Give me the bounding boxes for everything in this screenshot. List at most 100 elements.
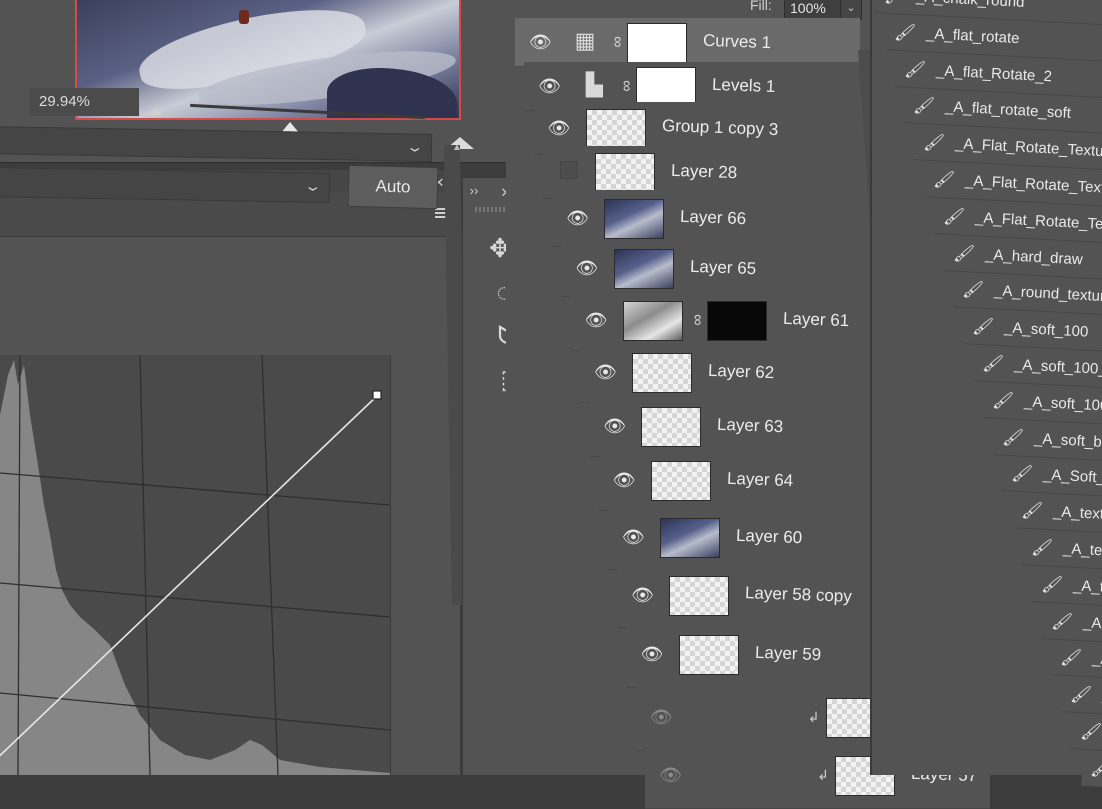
brush-preset-name: _A_soft_100	[1004, 319, 1089, 340]
layer-thumbnail[interactable]	[595, 153, 655, 193]
eye-visibility-icon[interactable]: 👁	[538, 75, 560, 97]
fill-opacity-field[interactable]: 100%	[784, 0, 843, 20]
fill-chevron-down-icon[interactable]: ⌄	[840, 0, 862, 20]
layer-name: Layer 28	[671, 161, 738, 183]
brush-icon: 🖌	[1089, 758, 1102, 779]
eye-visibility-icon[interactable]: 👁	[631, 584, 653, 606]
brush-icon: 🖌	[1001, 427, 1024, 448]
layer-thumbnail[interactable]	[679, 635, 739, 675]
link-chain-icon[interactable]: ∞	[607, 36, 627, 48]
brush-preset-name: _A_text	[1053, 503, 1102, 523]
levels-adjustment-icon[interactable]: ▙	[576, 67, 612, 105]
layer-name: Group 1 copy 3	[661, 116, 778, 140]
brush-preset-name: _A_hard_draw	[984, 246, 1082, 268]
brush-preset-name: _A_chalk_round	[916, 0, 1025, 11]
brush-icon: 🖌	[923, 133, 946, 154]
layer-name: Layer 58 copy	[745, 583, 852, 607]
eye-visibility-icon[interactable]: 👁	[529, 31, 551, 53]
eye-visibility-icon[interactable]: 👁	[594, 361, 616, 383]
layer-name: Layer 63	[717, 415, 784, 437]
layer-thumbnail[interactable]	[641, 407, 701, 447]
brush-preset-name: _A_te	[1063, 540, 1102, 559]
brush-preset-name: _A_Flat_Rotate_Textu	[955, 135, 1102, 160]
brush-icon: 🖌	[1070, 685, 1093, 706]
brush-preset-name: _A_flat_rotate	[926, 25, 1020, 47]
brush-icon: 🖌	[1011, 464, 1034, 485]
eye-visibility-icon[interactable]: 👁	[566, 207, 588, 229]
chevron-down-icon: ⌄	[406, 138, 425, 155]
brush-icon: 🖌	[903, 59, 926, 80]
layer-name: Layer 64	[726, 469, 793, 491]
layer-mask-thumbnail[interactable]	[627, 23, 687, 63]
layer-name: Layer 60	[736, 526, 803, 548]
curves-channel-dropdown[interactable]: ⌄	[0, 167, 330, 203]
link-chain-icon[interactable]: ∞	[616, 80, 636, 92]
curves-graph-canvas[interactable]	[0, 355, 390, 775]
preview-figure	[239, 10, 249, 24]
layer-thumbnail[interactable]	[651, 461, 711, 501]
brush-icon: 🖌	[893, 22, 916, 43]
curves-graph[interactable]	[0, 355, 391, 775]
layer-mask-thumbnail[interactable]	[636, 67, 696, 107]
layer-name: Layer 62	[708, 361, 775, 383]
layer-name: Layer 59	[754, 643, 821, 665]
brush-preset-name: _A_soft_b	[1033, 430, 1101, 451]
layer-thumbnail[interactable]	[632, 353, 692, 393]
layer-thumbnail[interactable]	[623, 301, 683, 341]
layer-mask-thumbnail[interactable]	[707, 301, 767, 341]
brush-icon: 🖌	[933, 170, 956, 191]
brush-icon: 🖌	[913, 96, 936, 117]
visibility-toggle-empty[interactable]	[560, 161, 578, 179]
layer-name: Layer 66	[680, 207, 747, 229]
layer-thumbnail[interactable]	[660, 518, 720, 558]
link-chain-icon[interactable]: ∞	[687, 314, 707, 326]
layer-thumbnail[interactable]	[586, 109, 646, 149]
histogram	[0, 360, 390, 775]
scroll-up-arrow-icon[interactable]: ▲	[452, 142, 462, 153]
clipping-mask-arrow-icon: ↲	[808, 709, 820, 726]
brush-icon: 🖌	[1040, 574, 1063, 595]
brush-preset-name: _A_Soft_	[1043, 467, 1102, 487]
brush-icon: 🖌	[1060, 648, 1083, 669]
tools-grip[interactable]	[475, 207, 509, 212]
eye-visibility-icon[interactable]: 👁	[585, 309, 607, 331]
eye-visibility-icon[interactable]: 👁	[548, 117, 570, 139]
brush-preset-name: _A_soft_100_	[1014, 356, 1102, 378]
eye-visibility-icon[interactable]: 👁	[641, 643, 663, 665]
auto-button[interactable]: Auto	[347, 165, 438, 209]
zoom-out-mountain-icon[interactable]	[147, 108, 163, 115]
brush-icon: 🖌	[952, 243, 975, 264]
brush-preset-name: _A_t	[1073, 577, 1102, 596]
brush-preset-name: _A_Flat_Rotate_Textu	[965, 172, 1102, 197]
layer-thumbnail[interactable]	[614, 249, 674, 289]
brush-icon: 🖌	[1021, 501, 1044, 522]
layer-name: Layer 65	[689, 257, 756, 279]
eye-visibility-icon[interactable]: 👁	[603, 415, 625, 437]
layer-thumbnail[interactable]	[604, 199, 664, 239]
brush-icon: 🖌	[991, 390, 1014, 411]
eye-visibility-icon[interactable]: 👁	[613, 469, 635, 491]
brush-icon: 🖌	[884, 0, 907, 7]
eye-visibility-icon[interactable]: 👁	[650, 706, 672, 728]
eye-visibility-icon[interactable]: 👁	[576, 257, 598, 279]
expand-tools-button[interactable]: ››	[465, 180, 483, 202]
layer-row[interactable]: 👁▦∞Curves 1	[515, 18, 860, 67]
navigator-zoom-field[interactable]: 29.94%	[30, 88, 139, 116]
layer-row[interactable]: 👁 Layer 66	[552, 190, 897, 247]
layer-name: Layer 61	[782, 309, 849, 331]
brush-icon: 🖌	[972, 317, 995, 338]
layer-thumbnail[interactable]	[669, 576, 729, 616]
eye-visibility-icon[interactable]: 👁	[622, 526, 644, 548]
brush-preset-item[interactable]: 🖌_A	[1081, 751, 1102, 802]
brush-preset-name: _A	[1082, 614, 1101, 632]
brush-preset-name: _A_flat_rotate_soft	[945, 99, 1072, 123]
layer-row[interactable]: 👁 Layer 65	[562, 240, 907, 297]
brush-preset-name: _A_Flat_Rotate_Tex	[975, 209, 1102, 233]
eye-visibility-icon[interactable]: 👁	[659, 764, 681, 786]
chevron-down-icon: ⌄	[304, 178, 323, 195]
brush-icon: 🖌	[962, 280, 985, 301]
brush-preset-name: _A_flat_Rotate_2	[935, 62, 1052, 85]
brush-preset-name: _A_soft_100	[1024, 393, 1102, 414]
curves-adjustment-icon[interactable]: ▦	[567, 23, 603, 61]
brush-icon: 🖌	[1050, 611, 1073, 632]
